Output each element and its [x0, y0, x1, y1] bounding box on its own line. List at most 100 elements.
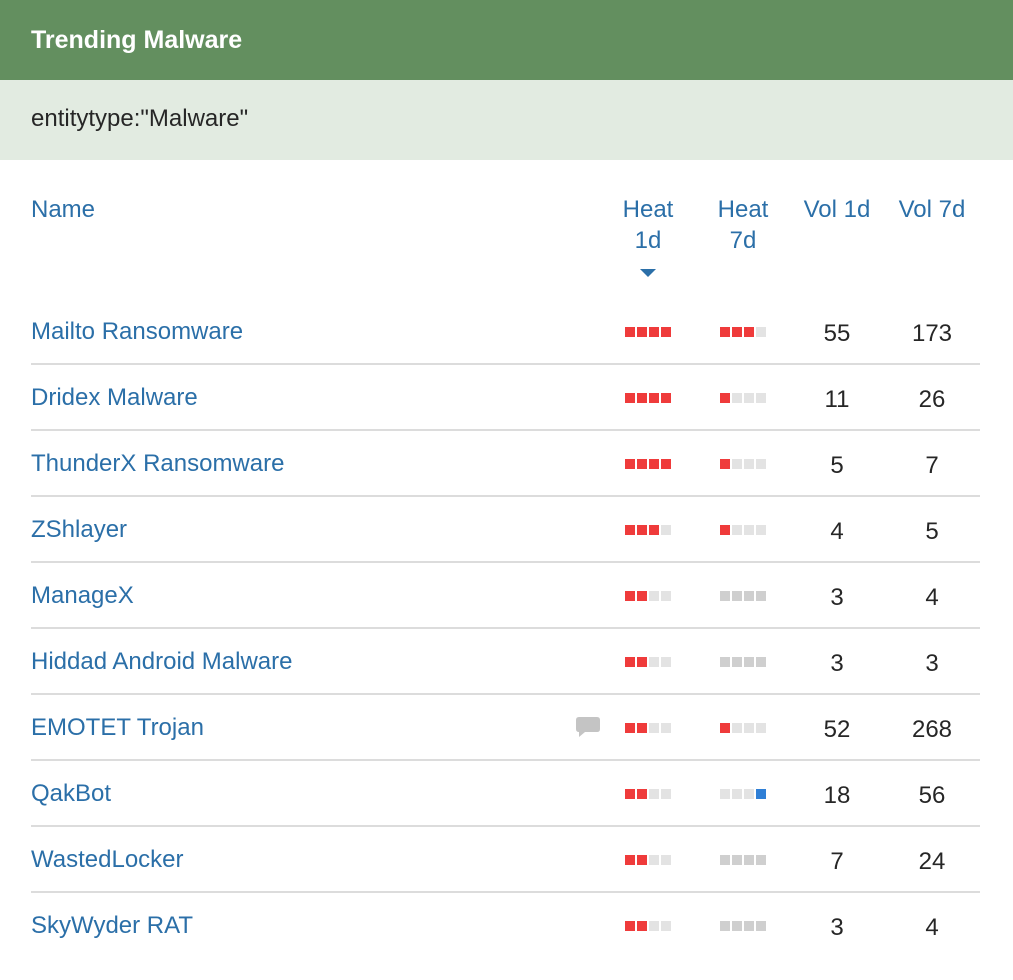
- comment-icon[interactable]: [575, 716, 601, 738]
- heat-cell: [756, 459, 766, 469]
- heat-cell: [649, 591, 659, 601]
- column-header-name[interactable]: Name: [31, 194, 95, 225]
- heat-cell: [744, 657, 754, 667]
- table-row[interactable]: Hiddad Android Malware 3 3: [0, 629, 1013, 695]
- heat-cell: [720, 525, 730, 535]
- heat-7d-indicator: [720, 393, 766, 403]
- vol-1d-value: 55: [823, 320, 851, 347]
- heat-cell: [732, 921, 742, 931]
- query-text: entitytype:"Malware": [31, 105, 249, 132]
- heat-cell: [732, 723, 742, 733]
- vol-7d-value: 7: [925, 452, 939, 479]
- table-row[interactable]: ZShlayer 4 5: [0, 497, 1013, 563]
- heat-cell: [661, 459, 671, 469]
- heat-cell: [720, 393, 730, 403]
- heat-cell: [756, 393, 766, 403]
- heat-7d-indicator: [720, 525, 766, 535]
- heat-cell: [720, 789, 730, 799]
- sort-descending-icon[interactable]: [640, 269, 656, 277]
- malware-name-link[interactable]: Hiddad Android Malware: [31, 647, 292, 677]
- vol-7d-value: 5: [925, 518, 939, 545]
- heat-7d-indicator: [720, 591, 766, 601]
- heat-cell: [661, 393, 671, 403]
- heat-cell: [637, 921, 647, 931]
- column-header-heat-1d-line1: Heat: [622, 196, 674, 223]
- column-header-vol-1d[interactable]: Vol 1d: [797, 194, 877, 225]
- table-row[interactable]: EMOTET Trojan 52 268: [0, 695, 1013, 761]
- heat-cell: [744, 525, 754, 535]
- table-row[interactable]: ThunderX Ransomware 5 7: [0, 431, 1013, 497]
- heat-cell: [637, 591, 647, 601]
- heat-cell: [649, 327, 659, 337]
- heat-cell: [661, 525, 671, 535]
- heat-cell: [649, 855, 659, 865]
- malware-name-link[interactable]: WastedLocker: [31, 845, 184, 875]
- heat-cell: [756, 327, 766, 337]
- vol-7d-value: 4: [925, 584, 939, 611]
- heat-cell: [625, 459, 635, 469]
- column-header-heat-7d[interactable]: Heat 7d: [703, 194, 783, 256]
- heat-7d-indicator: [720, 921, 766, 931]
- malware-name-link[interactable]: ManageX: [31, 581, 134, 611]
- heat-cell: [744, 789, 754, 799]
- malware-name-link[interactable]: QakBot: [31, 779, 111, 809]
- heat-1d-indicator: [625, 657, 671, 667]
- malware-name-link[interactable]: EMOTET Trojan: [31, 713, 204, 743]
- heat-cell: [756, 591, 766, 601]
- vol-1d-value: 4: [830, 518, 844, 545]
- table-row[interactable]: Mailto Ransomware 55 173: [0, 299, 1013, 365]
- heat-cell: [756, 657, 766, 667]
- column-header-heat-7d-line2: 7d: [729, 227, 757, 254]
- heat-cell: [649, 393, 659, 403]
- heat-1d-indicator: [625, 723, 671, 733]
- table-row[interactable]: ManageX 3 4: [0, 563, 1013, 629]
- widget-title: Trending Malware: [31, 26, 243, 54]
- heat-cell: [744, 327, 754, 337]
- heat-1d-indicator: [625, 459, 671, 469]
- vol-1d-value: 3: [830, 914, 844, 941]
- heat-cell: [744, 591, 754, 601]
- column-header-heat-1d[interactable]: Heat 1d: [608, 194, 688, 256]
- heat-7d-indicator: [720, 657, 766, 667]
- table-row[interactable]: Dridex Malware 11 26: [0, 365, 1013, 431]
- malware-name-link[interactable]: SkyWyder RAT: [31, 911, 193, 941]
- heat-cell: [625, 723, 635, 733]
- table-row[interactable]: SkyWyder RAT 3 4: [0, 893, 1013, 959]
- heat-cell: [732, 657, 742, 667]
- heat-1d-indicator: [625, 525, 671, 535]
- vol-7d-value: 24: [918, 848, 946, 875]
- heat-cell: [732, 591, 742, 601]
- heat-cell: [661, 723, 671, 733]
- heat-cell: [625, 393, 635, 403]
- heat-cell: [756, 525, 766, 535]
- table-row[interactable]: WastedLocker 7 24: [0, 827, 1013, 893]
- malware-name-link[interactable]: Dridex Malware: [31, 383, 198, 413]
- column-header-heat-7d-line1: Heat: [717, 196, 769, 223]
- heat-cell: [744, 459, 754, 469]
- malware-name-link[interactable]: ThunderX Ransomware: [31, 449, 284, 479]
- heat-cell: [720, 327, 730, 337]
- heat-cell: [661, 591, 671, 601]
- heat-cell: [637, 855, 647, 865]
- vol-1d-value: 3: [830, 584, 844, 611]
- heat-cell: [637, 327, 647, 337]
- vol-7d-value: 56: [918, 782, 946, 809]
- heat-cell: [637, 393, 647, 403]
- vol-7d-value: 173: [911, 320, 953, 347]
- heat-cell: [625, 789, 635, 799]
- widget-header: Trending Malware: [0, 0, 1013, 80]
- heat-cell: [732, 855, 742, 865]
- vol-1d-value: 18: [823, 782, 851, 809]
- heat-cell: [720, 855, 730, 865]
- heat-cell: [732, 459, 742, 469]
- vol-1d-value: 5: [830, 452, 844, 479]
- heat-cell: [637, 525, 647, 535]
- heat-cell: [661, 327, 671, 337]
- column-header-vol-7d[interactable]: Vol 7d: [892, 194, 972, 225]
- vol-7d-value: 268: [911, 716, 953, 743]
- malware-name-link[interactable]: ZShlayer: [31, 515, 127, 545]
- table-row[interactable]: QakBot 18 56: [0, 761, 1013, 827]
- column-header-heat-1d-line2: 1d: [634, 227, 662, 254]
- malware-name-link[interactable]: Mailto Ransomware: [31, 317, 243, 347]
- heat-cell: [661, 657, 671, 667]
